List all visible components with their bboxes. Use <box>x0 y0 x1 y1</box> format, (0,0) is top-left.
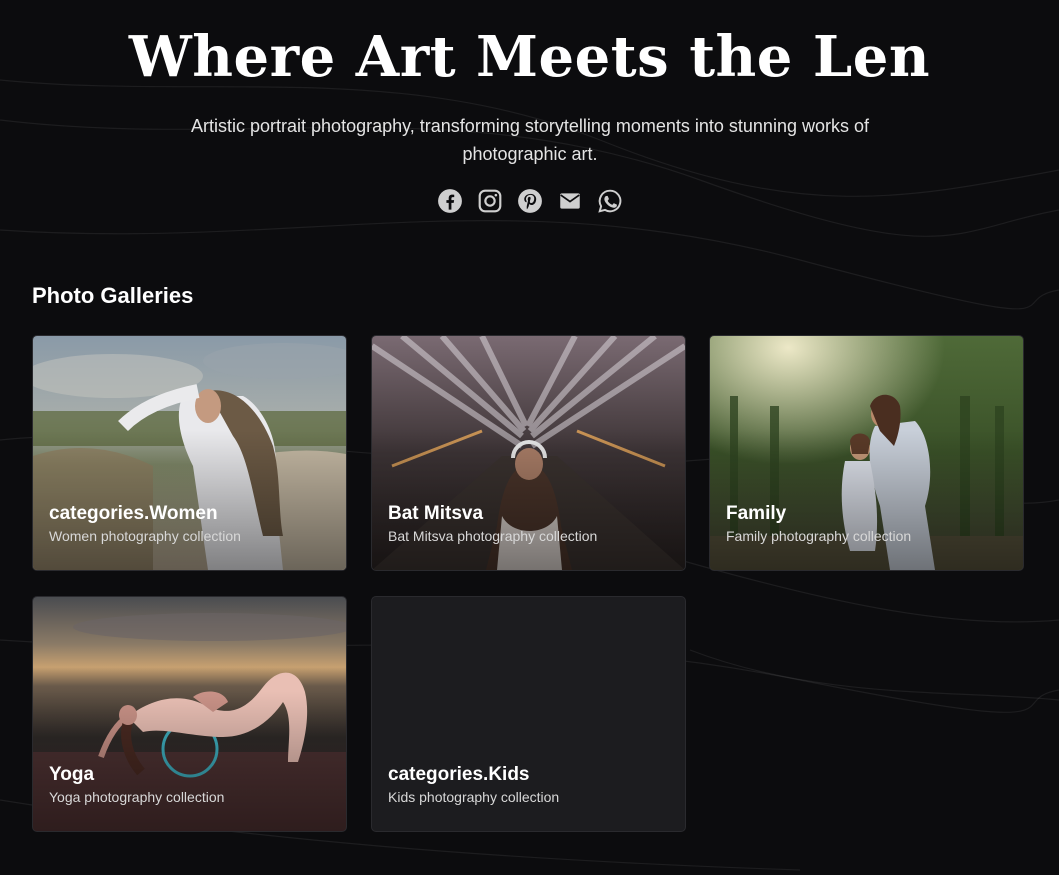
card-title: Yoga <box>49 764 95 785</box>
pinterest-icon[interactable] <box>517 188 543 214</box>
card-text: Yoga Yoga photography collection <box>49 763 334 807</box>
card-text: Bat Mitsva Bat Mitsva photography collec… <box>388 502 673 546</box>
card-text: Family Family photography collection <box>726 502 1011 546</box>
gallery-card-kids[interactable]: categories.Kids Kids photography collect… <box>371 596 686 832</box>
card-title: Family <box>726 503 787 524</box>
card-description: Bat Mitsva photography collection <box>388 528 598 544</box>
whatsapp-icon[interactable] <box>597 188 623 214</box>
social-links <box>0 188 1059 214</box>
card-shade <box>710 429 1023 570</box>
instagram-icon[interactable] <box>477 188 503 214</box>
hero-subtitle: Artistic portrait photography, transform… <box>191 116 869 164</box>
gallery-card-yoga[interactable]: Yoga Yoga photography collection <box>32 596 347 832</box>
email-icon[interactable] <box>557 188 583 214</box>
card-description: Kids photography collection <box>388 789 560 805</box>
card-description: Women photography collection <box>49 528 241 544</box>
gallery-card-women[interactable]: categories.Women Women photography colle… <box>32 335 347 571</box>
card-title: Bat Mitsva <box>388 503 484 524</box>
card-text: categories.Kids Kids photography collect… <box>388 763 673 807</box>
card-text: categories.Women Women photography colle… <box>49 502 334 546</box>
card-shade <box>372 429 685 570</box>
hero-title: Where Art Meets the Len <box>128 24 931 90</box>
card-shade <box>33 690 346 831</box>
gallery-card-family[interactable]: Family Family photography collection <box>709 335 1024 571</box>
facebook-icon[interactable] <box>437 188 463 214</box>
card-shade <box>33 429 346 570</box>
card-description: Family photography collection <box>726 528 912 544</box>
gallery-card-bat-mitsva[interactable]: Bat Mitsva Bat Mitsva photography collec… <box>371 335 686 571</box>
card-description: Yoga photography collection <box>49 789 225 805</box>
page: Where Art Meets the Len Artistic portrai… <box>0 0 1059 875</box>
card-title: categories.Women <box>49 503 218 524</box>
card-title: categories.Kids <box>388 764 530 785</box>
galleries-heading: Photo Galleries <box>32 283 194 308</box>
